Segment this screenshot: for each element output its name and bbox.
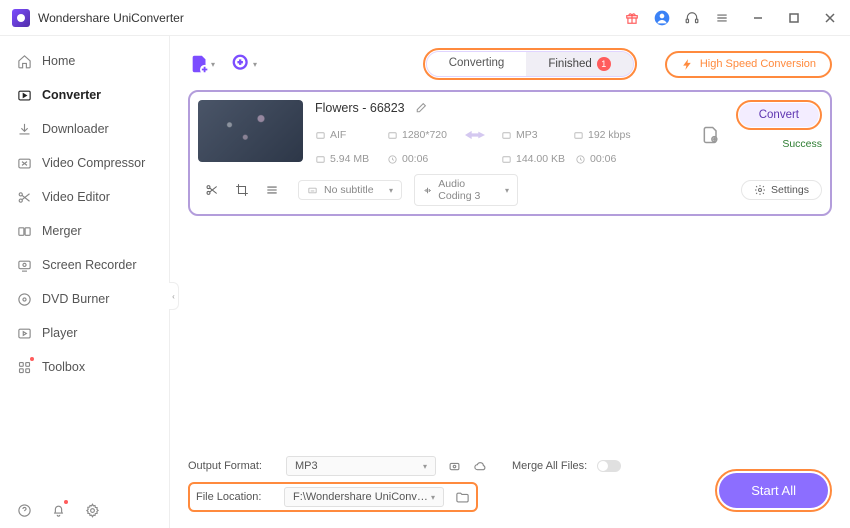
record-icon (16, 257, 32, 273)
start-all-button[interactable]: Start All (715, 469, 832, 512)
app-logo (12, 9, 30, 27)
merge-label: Merge All Files: (512, 460, 587, 472)
status-text: Success (782, 138, 822, 150)
dst-size: 144.00 KB (516, 153, 565, 165)
sidebar-label: Downloader (42, 122, 109, 136)
sidebar-item-merger[interactable]: Merger (0, 214, 169, 248)
merge-all-toggle[interactable] (597, 460, 621, 472)
sidebar-label: DVD Burner (42, 292, 109, 306)
output-format-label: Output Format: (188, 460, 276, 472)
audio-track-dropdown[interactable]: Audio Coding 3 ▾ (414, 174, 518, 206)
sidebar-item-editor[interactable]: Video Editor (0, 180, 169, 214)
compress-icon (16, 155, 32, 171)
dst-duration: 00:06 (590, 153, 616, 165)
sidebar-label: Player (42, 326, 77, 340)
crop-icon[interactable] (234, 182, 250, 198)
app-title: Wondershare UniConverter (38, 11, 624, 25)
convert-button[interactable]: Convert (736, 100, 822, 130)
open-folder-icon[interactable] (454, 489, 470, 505)
gift-icon[interactable] (624, 10, 640, 26)
trim-icon[interactable] (204, 182, 220, 198)
sidebar-label: Screen Recorder (42, 258, 137, 272)
src-format: AIF (330, 129, 346, 141)
main-panel: ▾ ▾ Converting Finished1 High Speed Conv… (170, 36, 850, 528)
video-thumbnail[interactable] (198, 100, 303, 162)
file-name: Flowers - 66823 (315, 101, 405, 115)
sidebar-item-downloader[interactable]: Downloader (0, 112, 169, 146)
src-resolution: 1280*720 (402, 129, 447, 141)
titlebar: Wondershare UniConverter (0, 0, 850, 36)
sidebar-label: Converter (42, 88, 101, 102)
subtitle-dropdown[interactable]: No subtitle ▾ (298, 180, 402, 200)
item-settings-button[interactable]: Settings (741, 180, 822, 200)
rename-icon[interactable] (413, 100, 429, 116)
gear-icon (754, 184, 766, 196)
sidebar-label: Merger (42, 224, 82, 238)
sidebar-item-player[interactable]: Player (0, 316, 169, 350)
file-location-label: File Location: (196, 491, 274, 503)
toolbox-icon (16, 359, 32, 375)
sidebar-item-converter[interactable]: Converter (0, 78, 169, 112)
toolbar: ▾ ▾ Converting Finished1 High Speed Conv… (188, 48, 832, 80)
settings-icon[interactable] (84, 502, 100, 518)
sidebar-label: Video Compressor (42, 156, 145, 170)
maximize-button[interactable] (786, 10, 802, 26)
minimize-button[interactable] (750, 10, 766, 26)
finished-count-badge: 1 (597, 57, 611, 71)
sidebar-item-compressor[interactable]: Video Compressor (0, 146, 169, 180)
sidebar-item-home[interactable]: Home (0, 44, 169, 78)
chevron-down-icon: ▾ (211, 60, 215, 69)
chevron-down-icon: ▾ (253, 60, 257, 69)
tab-converting[interactable]: Converting (427, 52, 527, 76)
effect-icon[interactable] (264, 182, 280, 198)
file-location-select[interactable]: F:\Wondershare UniConverter▾ (284, 487, 444, 507)
converter-icon (16, 87, 32, 103)
sidebar-item-recorder[interactable]: Screen Recorder (0, 248, 169, 282)
notification-icon[interactable] (50, 502, 66, 518)
download-icon (16, 121, 32, 137)
sidebar-label: Home (42, 54, 75, 68)
disc-icon (16, 291, 32, 307)
cloud-icon[interactable] (472, 458, 488, 474)
src-size: 5.94 MB (330, 153, 369, 165)
merge-icon (16, 223, 32, 239)
arrow-icon (459, 128, 491, 142)
sidebar-item-toolbox[interactable]: Toolbox (0, 350, 169, 384)
high-speed-conversion-button[interactable]: High Speed Conversion (665, 51, 832, 78)
sidebar-label: Video Editor (42, 190, 110, 204)
scissors-icon (16, 189, 32, 205)
src-duration: 00:06 (402, 153, 428, 165)
play-icon (16, 325, 32, 341)
dst-format: MP3 (516, 129, 538, 141)
titlebar-actions (624, 10, 838, 26)
conversion-item: Flowers - 66823 AIF 1280*720 MP3 192 kbp… (188, 90, 832, 216)
sidebar-item-dvd[interactable]: DVD Burner (0, 282, 169, 316)
help-icon[interactable] (16, 502, 32, 518)
output-settings-icon[interactable] (698, 122, 724, 148)
home-icon (16, 53, 32, 69)
lightning-icon (681, 58, 694, 71)
user-icon[interactable] (654, 10, 670, 26)
gpu-icon[interactable] (446, 458, 462, 474)
headset-icon[interactable] (684, 10, 700, 26)
output-format-select[interactable]: MP3▾ (286, 456, 436, 476)
add-url-button[interactable]: ▾ (230, 50, 258, 78)
menu-icon[interactable] (714, 10, 730, 26)
dst-bitrate: 192 kbps (588, 129, 631, 141)
add-file-button[interactable]: ▾ (188, 50, 216, 78)
sidebar-label: Toolbox (42, 360, 85, 374)
sidebar: Home Converter Downloader Video Compress… (0, 36, 170, 528)
tab-finished[interactable]: Finished1 (526, 52, 632, 76)
close-button[interactable] (822, 10, 838, 26)
